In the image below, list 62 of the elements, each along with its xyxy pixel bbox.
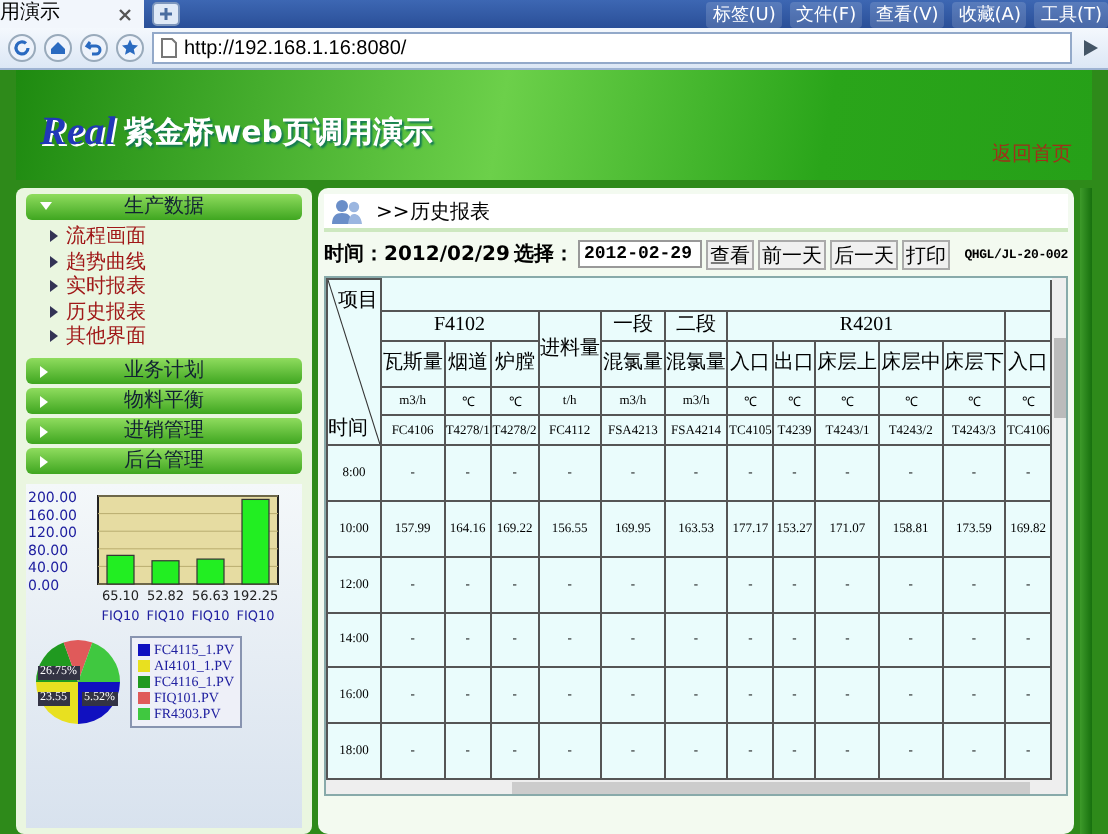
- group-header: 进料量: [538, 311, 602, 388]
- column-header: 烟道: [444, 340, 492, 388]
- bullet-icon: [50, 280, 58, 292]
- bar: [106, 553, 135, 584]
- bar: [241, 497, 270, 584]
- submenu-item[interactable]: 趋势曲线: [50, 251, 302, 276]
- back-icon[interactable]: [80, 34, 108, 62]
- address-field[interactable]: http://192.168.1.16:8080/: [152, 32, 1072, 64]
- time-label: 时间：2012/02/29: [324, 241, 510, 268]
- toolbar-button[interactable]: 打印: [901, 239, 950, 269]
- horizontal-scrollbar[interactable]: [326, 780, 1066, 794]
- group-header: 一段: [601, 311, 665, 341]
- new-tab-icon[interactable]: [152, 2, 180, 26]
- users-icon: [332, 198, 364, 224]
- column-header: 瓦斯量: [381, 340, 445, 388]
- column-header: 床层中: [879, 340, 943, 388]
- bar: [196, 557, 225, 584]
- menu-group-header[interactable]: 物料平衡: [26, 387, 302, 413]
- go-icon[interactable]: [1080, 38, 1100, 58]
- column-header: 床层下: [942, 340, 1006, 388]
- toolbar-button[interactable]: 后一天: [829, 239, 898, 269]
- vertical-scrollbar[interactable]: [1052, 278, 1066, 780]
- menu-group-header[interactable]: 生产数据: [26, 194, 302, 220]
- page-icon: [160, 38, 178, 58]
- column-header: 混氯量: [664, 340, 728, 388]
- column-header: 床层上: [815, 340, 880, 388]
- group-header: R4201: [727, 311, 1006, 341]
- bullet-icon: [50, 255, 58, 267]
- menu-group-header[interactable]: 进销管理: [26, 417, 302, 443]
- select-label: 选择：: [513, 241, 574, 268]
- panel-title: >>历史报表: [376, 199, 490, 225]
- toolbar-button[interactable]: 查看: [705, 239, 754, 269]
- menu-item[interactable]: 工具(T): [1034, 1, 1108, 27]
- site-title: 紫金桥web页调用演示: [123, 114, 434, 152]
- refresh-icon[interactable]: [8, 34, 36, 62]
- logo-text: Real: [40, 110, 116, 156]
- bullet-icon: [50, 230, 58, 242]
- menu-item[interactable]: 文件(F): [789, 1, 863, 27]
- bullet-icon: [50, 330, 58, 342]
- close-icon[interactable]: [118, 7, 132, 21]
- column-header: 混氯量: [601, 340, 665, 388]
- menu-group-header[interactable]: 后台管理: [26, 447, 302, 473]
- bullet-icon: [50, 305, 58, 317]
- corner-label: 时间: [328, 415, 368, 443]
- home-icon[interactable]: [44, 34, 72, 62]
- bar: [151, 559, 180, 584]
- submenu-item[interactable]: 历史报表: [50, 301, 302, 326]
- menu-item[interactable]: 标签(U): [706, 1, 782, 27]
- menu-item[interactable]: 收藏(A): [952, 1, 1027, 27]
- column-header: 出口: [773, 340, 816, 388]
- menu-group-header[interactable]: 业务计划: [26, 357, 302, 383]
- menu-item[interactable]: 查看(V): [870, 1, 945, 27]
- group-header: F4102: [381, 311, 539, 341]
- submenu-item[interactable]: 其他界面: [50, 326, 302, 351]
- date-field[interactable]: 2012-02-29: [577, 240, 702, 268]
- submenu-item[interactable]: 流程画面: [50, 226, 302, 251]
- browser-tab[interactable]: 用演示: [0, 0, 144, 28]
- group-header: 二段: [664, 311, 728, 341]
- toolbar-button[interactable]: 前一天: [757, 239, 826, 269]
- submenu-item[interactable]: 实时报表: [50, 276, 302, 301]
- corner-label: 项目: [338, 288, 378, 314]
- column-header: 入口: [727, 340, 774, 388]
